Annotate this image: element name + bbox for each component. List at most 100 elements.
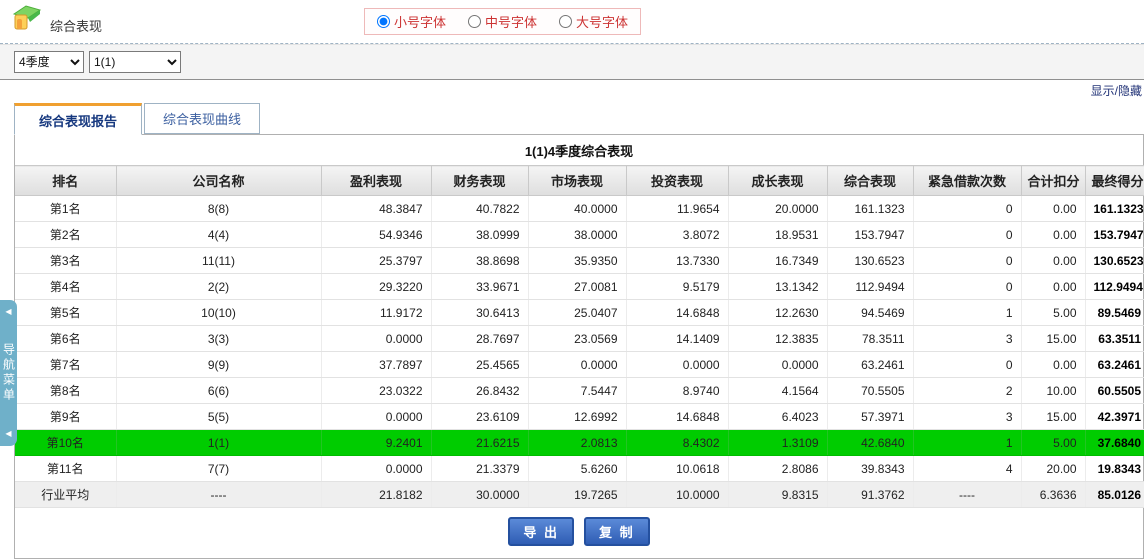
page-title: 综合表现 — [50, 16, 102, 35]
cell-成长表现: 4.1564 — [728, 378, 827, 404]
cell-合计扣分: 0.00 — [1021, 248, 1085, 274]
cell-最终得分: 85.0126 — [1085, 482, 1144, 508]
cell-排名: 第9名 — [15, 404, 116, 430]
cell-投资表现: 10.0618 — [626, 456, 728, 482]
cell-财务表现: 23.6109 — [431, 404, 528, 430]
font-size-radio[interactable] — [559, 15, 572, 28]
cell-排名: 第10名 — [15, 430, 116, 456]
cell-市场表现: 35.9350 — [528, 248, 626, 274]
home-icon — [8, 2, 42, 34]
cell-成长表现: 0.0000 — [728, 352, 827, 378]
cell-市场表现: 5.6260 — [528, 456, 626, 482]
cell-综合表现: 161.1323 — [827, 196, 913, 222]
cell-公司名称: 5(5) — [116, 404, 321, 430]
font-size-option[interactable]: 中号字体 — [468, 12, 537, 31]
cell-合计扣分: 15.00 — [1021, 326, 1085, 352]
copy-button[interactable]: 复 制 — [584, 517, 650, 546]
cell-成长表现: 2.8086 — [728, 456, 827, 482]
cell-市场表现: 38.0000 — [528, 222, 626, 248]
cell-紧急借款次数: 3 — [913, 326, 1021, 352]
cell-市场表现: 2.0813 — [528, 430, 626, 456]
cell-合计扣分: 20.00 — [1021, 456, 1085, 482]
table-row-highlighted: 第10名1(1)9.240121.62152.08138.43021.31094… — [15, 430, 1144, 456]
cell-合计扣分: 10.00 — [1021, 378, 1085, 404]
cell-市场表现: 40.0000 — [528, 196, 626, 222]
cell-投资表现: 3.8072 — [626, 222, 728, 248]
font-size-option[interactable]: 小号字体 — [377, 12, 446, 31]
column-header: 财务表现 — [431, 166, 528, 196]
cell-合计扣分: 5.00 — [1021, 430, 1085, 456]
cell-综合表现: 130.6523 — [827, 248, 913, 274]
button-row: 导 出复 制 — [15, 508, 1143, 558]
cell-公司名称: 3(3) — [116, 326, 321, 352]
cell-紧急借款次数: 3 — [913, 404, 1021, 430]
show-hide-link[interactable]: 显示/隐藏 — [1091, 84, 1142, 98]
cell-紧急借款次数: 0 — [913, 196, 1021, 222]
tab-report[interactable]: 综合表现报告 — [14, 103, 142, 135]
cell-公司名称: 10(10) — [116, 300, 321, 326]
tab-curve[interactable]: 综合表现曲线 — [144, 103, 260, 134]
cell-市场表现: 7.5447 — [528, 378, 626, 404]
table-row: 第2名4(4)54.934638.099938.00003.807218.953… — [15, 222, 1144, 248]
cell-财务表现: 38.8698 — [431, 248, 528, 274]
cell-排名: 第3名 — [15, 248, 116, 274]
cell-盈利表现: 29.3220 — [321, 274, 431, 300]
side-nav-toggle[interactable]: ◀ 导航菜单 ◀ — [0, 300, 17, 446]
collapse-arrow-icon: ◀ — [5, 430, 11, 438]
cell-财务表现: 33.9671 — [431, 274, 528, 300]
cell-市场表现: 0.0000 — [528, 352, 626, 378]
cell-排名: 第8名 — [15, 378, 116, 404]
cell-财务表现: 21.3379 — [431, 456, 528, 482]
font-size-radio-group: 小号字体 中号字体 大号字体 — [364, 8, 641, 35]
filter-toolbar: 4季度 1(1) — [0, 44, 1144, 80]
cell-盈利表现: 54.9346 — [321, 222, 431, 248]
cell-财务表现: 30.0000 — [431, 482, 528, 508]
cell-排名: 第5名 — [15, 300, 116, 326]
cell-最终得分: 89.5469 — [1085, 300, 1144, 326]
column-header: 成长表现 — [728, 166, 827, 196]
company-select[interactable]: 1(1) — [89, 51, 181, 73]
cell-公司名称: 11(11) — [116, 248, 321, 274]
cell-综合表现: 57.3971 — [827, 404, 913, 430]
cell-财务表现: 38.0999 — [431, 222, 528, 248]
cell-最终得分: 19.8343 — [1085, 456, 1144, 482]
cell-成长表现: 18.9531 — [728, 222, 827, 248]
cell-盈利表现: 48.3847 — [321, 196, 431, 222]
cell-综合表现: 112.9494 — [827, 274, 913, 300]
cell-成长表现: 12.3835 — [728, 326, 827, 352]
cell-盈利表现: 11.9172 — [321, 300, 431, 326]
cell-成长表现: 12.2630 — [728, 300, 827, 326]
column-header: 投资表现 — [626, 166, 728, 196]
cell-公司名称: ---- — [116, 482, 321, 508]
font-size-radio[interactable] — [377, 15, 390, 28]
cell-公司名称: 9(9) — [116, 352, 321, 378]
export-button[interactable]: 导 出 — [508, 517, 574, 546]
cell-投资表现: 14.1409 — [626, 326, 728, 352]
cell-排名: 第2名 — [15, 222, 116, 248]
font-size-option-label: 中号字体 — [485, 12, 537, 31]
cell-盈利表现: 25.3797 — [321, 248, 431, 274]
cell-综合表现: 91.3762 — [827, 482, 913, 508]
table-row: 第6名3(3)0.000028.769723.056914.140912.383… — [15, 326, 1144, 352]
cell-成长表现: 6.4023 — [728, 404, 827, 430]
table-row: 第8名6(6)23.032226.84327.54478.97404.15647… — [15, 378, 1144, 404]
column-header: 综合表现 — [827, 166, 913, 196]
cell-综合表现: 70.5505 — [827, 378, 913, 404]
cell-成长表现: 1.3109 — [728, 430, 827, 456]
font-size-radio[interactable] — [468, 15, 481, 28]
cell-公司名称: 6(6) — [116, 378, 321, 404]
cell-财务表现: 26.8432 — [431, 378, 528, 404]
cell-紧急借款次数: 2 — [913, 378, 1021, 404]
cell-合计扣分: 0.00 — [1021, 274, 1085, 300]
cell-紧急借款次数: 1 — [913, 300, 1021, 326]
quarter-select[interactable]: 4季度 — [14, 51, 84, 73]
collapse-arrow-icon: ◀ — [5, 308, 11, 316]
cell-投资表现: 0.0000 — [626, 352, 728, 378]
font-size-option[interactable]: 大号字体 — [559, 12, 628, 31]
table-row: 第5名10(10)11.917230.641325.040714.684812.… — [15, 300, 1144, 326]
cell-公司名称: 2(2) — [116, 274, 321, 300]
cell-盈利表现: 0.0000 — [321, 326, 431, 352]
cell-公司名称: 8(8) — [116, 196, 321, 222]
font-size-option-label: 小号字体 — [394, 12, 446, 31]
report-panel: 1(1)4季度综合表现 排名公司名称盈利表现财务表现市场表现投资表现成长表现综合… — [14, 134, 1144, 559]
